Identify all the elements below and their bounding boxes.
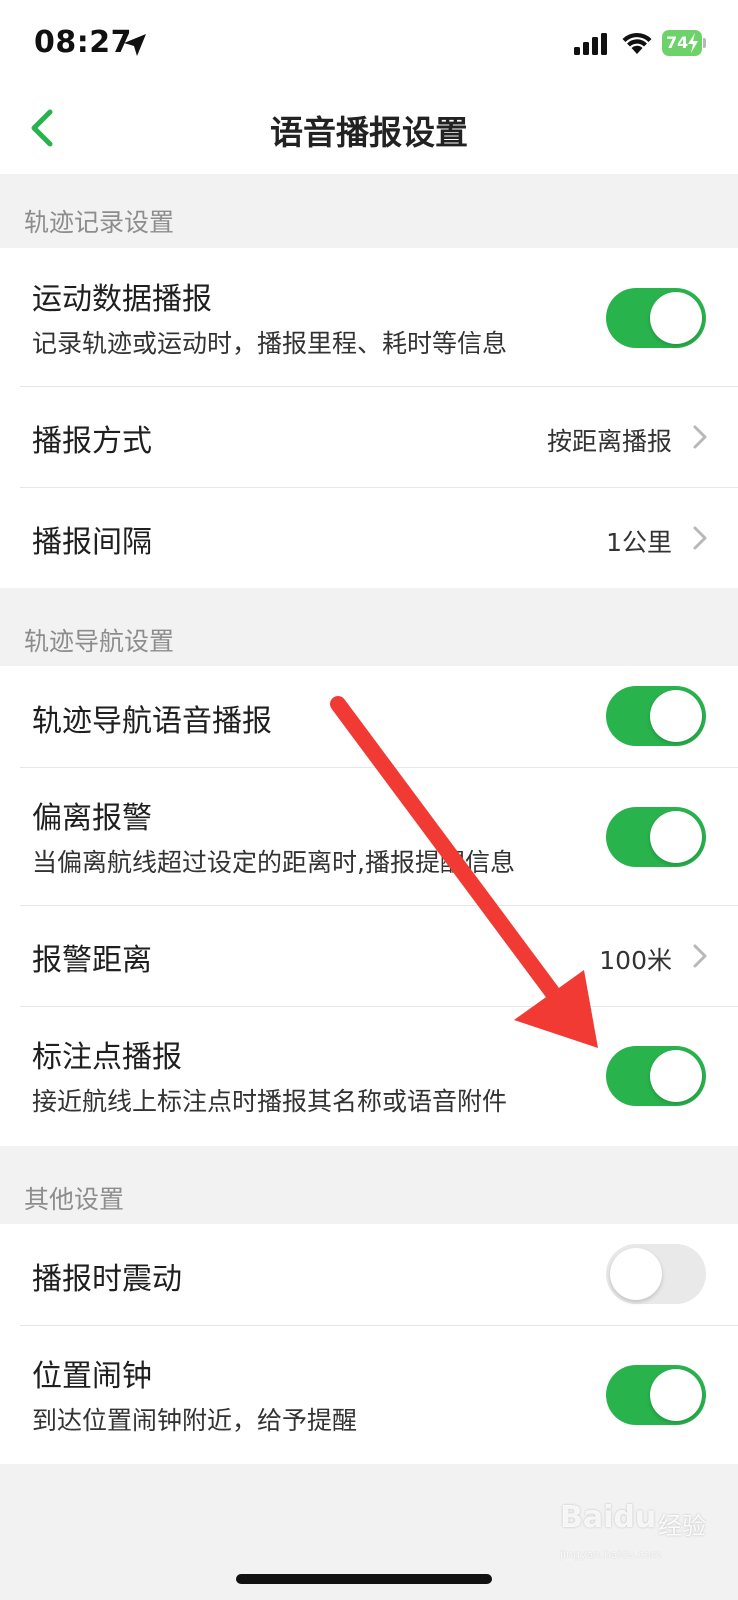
row-title: 标注点播报 xyxy=(32,1040,182,1075)
row-title: 轨迹导航语音播报 xyxy=(32,704,272,739)
toggle-sport-data-broadcast[interactable] xyxy=(606,288,706,348)
row-value: 1公里 xyxy=(606,528,672,557)
row-subtitle: 到达位置闹钟附近，给予提醒 xyxy=(32,1406,358,1435)
toggle-marker-broadcast[interactable] xyxy=(606,1046,706,1106)
home-indicator[interactable] xyxy=(236,1574,492,1584)
toggle-knob xyxy=(650,690,702,742)
row-title: 偏离报警 xyxy=(32,801,152,836)
status-bar: 08:27 74 xyxy=(0,0,738,92)
row-title: 播报间隔 xyxy=(32,525,152,560)
row-broadcast-interval[interactable]: 播报间隔 1公里 xyxy=(0,487,738,588)
location-arrow-icon xyxy=(124,34,146,56)
chevron-right-icon xyxy=(693,944,707,968)
row-title: 报警距离 xyxy=(32,943,152,978)
row-value: 100米 xyxy=(599,946,672,975)
toggle-knob xyxy=(650,1369,702,1421)
watermark-brand: Baidu xyxy=(560,1500,657,1535)
chevron-right-icon xyxy=(693,526,707,550)
navigation-bar: 语音播报设置 xyxy=(0,92,738,174)
charging-bolt-icon xyxy=(688,33,698,53)
row-vibrate-on-broadcast: 播报时震动 xyxy=(0,1224,738,1325)
row-alarm-distance[interactable]: 报警距离 100米 xyxy=(0,905,738,1006)
row-sport-data-broadcast: 运动数据播报 记录轨迹或运动时，播报里程、耗时等信息 xyxy=(0,248,738,386)
toggle-vibrate-on-broadcast[interactable] xyxy=(606,1244,706,1304)
page-title: 语音播报设置 xyxy=(270,113,468,152)
wifi-icon xyxy=(622,32,652,54)
row-subtitle: 记录轨迹或运动时，播报里程、耗时等信息 xyxy=(32,329,508,358)
row-track-nav-voice: 轨迹导航语音播报 xyxy=(0,666,738,767)
row-value: 按距离播报 xyxy=(546,427,672,456)
cellular-signal-icon xyxy=(574,33,607,55)
group-track-navigation: 轨迹导航语音播报 偏离报警 当偏离航线超过设定的距离时,播报提醒信息 报警距离 … xyxy=(0,666,738,1146)
toggle-knob xyxy=(610,1248,662,1300)
row-location-alarm: 位置闹钟 到达位置闹钟附近，给予提醒 xyxy=(0,1325,738,1464)
row-subtitle: 接近航线上标注点时播报其名称或语音附件 xyxy=(32,1087,508,1116)
group-other: 播报时震动 位置闹钟 到达位置闹钟附近，给予提醒 xyxy=(0,1224,738,1464)
battery-indicator: 74 xyxy=(662,30,706,56)
status-time: 08:27 xyxy=(34,25,132,60)
section-header-other: 其他设置 xyxy=(24,1185,125,1214)
top-area: 08:27 74 语音播报设置 xyxy=(0,0,738,174)
row-title: 播报方式 xyxy=(32,424,152,459)
row-deviation-alarm: 偏离报警 当偏离航线超过设定的距离时,播报提醒信息 xyxy=(0,767,738,905)
toggle-knob xyxy=(650,811,702,863)
row-title: 运动数据播报 xyxy=(32,282,212,317)
row-title: 位置闹钟 xyxy=(32,1359,152,1394)
row-subtitle: 当偏离航线超过设定的距离时,播报提醒信息 xyxy=(32,848,515,877)
watermark-cn: 经验 xyxy=(658,1512,706,1540)
section-header-track-record: 轨迹记录设置 xyxy=(24,208,175,237)
baidu-watermark-logo: Baidu 经验 xyxy=(560,1500,720,1544)
toggle-knob xyxy=(650,292,702,344)
row-title: 播报时震动 xyxy=(32,1262,182,1297)
toggle-deviation-alarm[interactable] xyxy=(606,807,706,867)
chevron-right-icon xyxy=(693,425,707,449)
group-track-record: 运动数据播报 记录轨迹或运动时，播报里程、耗时等信息 播报方式 按距离播报 播报… xyxy=(0,248,738,588)
battery-cap xyxy=(703,38,706,48)
watermark-url: jingyan.baidu.com xyxy=(560,1548,662,1561)
row-broadcast-mode[interactable]: 播报方式 按距离播报 xyxy=(0,386,738,487)
toggle-knob xyxy=(650,1050,702,1102)
row-marker-broadcast: 标注点播报 接近航线上标注点时播报其名称或语音附件 xyxy=(0,1006,738,1146)
toggle-track-nav-voice[interactable] xyxy=(606,686,706,746)
toggle-location-alarm[interactable] xyxy=(606,1365,706,1425)
section-header-track-navigation: 轨迹导航设置 xyxy=(24,627,175,656)
